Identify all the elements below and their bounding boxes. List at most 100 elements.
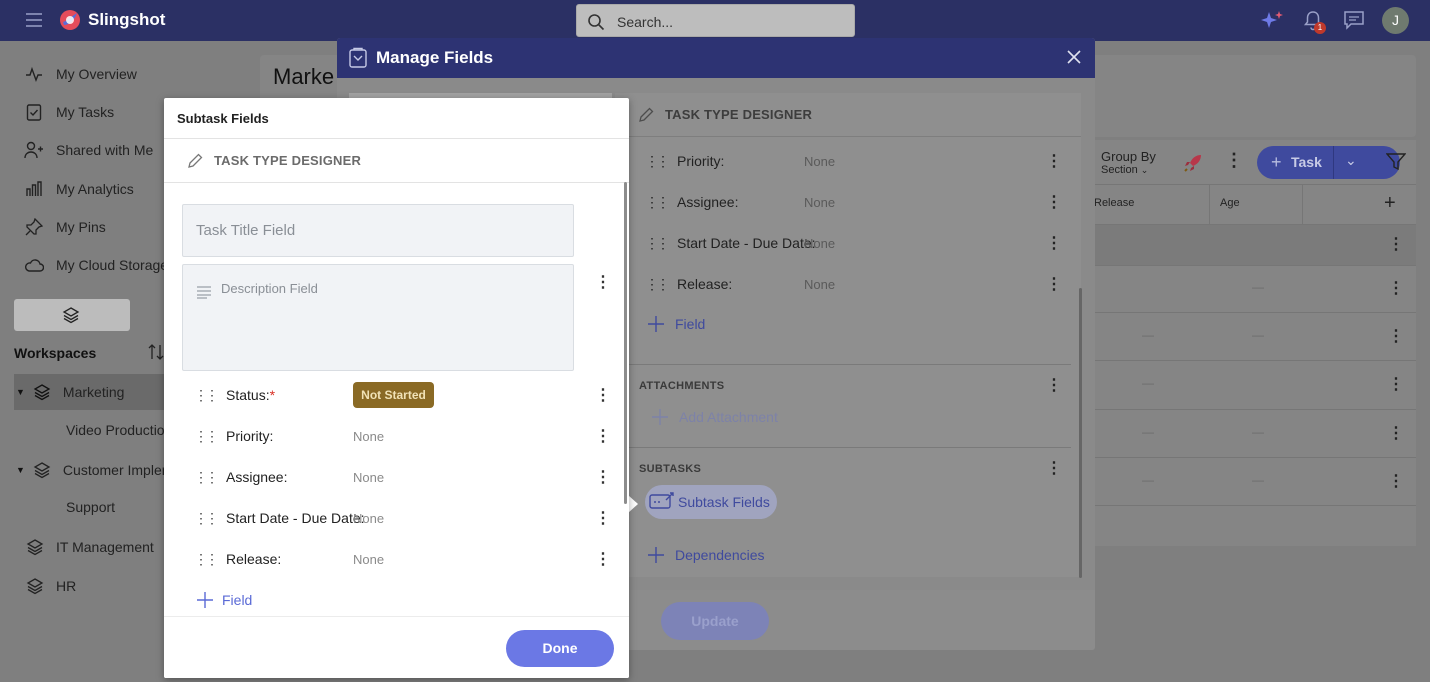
- field-label: Assignee:: [226, 469, 288, 485]
- description-placeholder: Description Field: [221, 281, 318, 296]
- row-more-icon[interactable]: ⋮: [1388, 234, 1404, 254]
- workspace-label: Marketing: [62, 384, 125, 400]
- drag-handle-icon[interactable]: ⋮⋮: [645, 194, 670, 211]
- subtask-fields-button[interactable]: Subtask Fields: [645, 485, 777, 519]
- column-divider: [1209, 184, 1210, 224]
- field-label: Start Date - Due Date:: [226, 510, 365, 526]
- empty-value-dash: —: [1252, 425, 1264, 439]
- field-more-icon[interactable]: ⋮: [595, 426, 611, 446]
- field-row-assignee[interactable]: ⋮⋮ Assignee:: [194, 466, 287, 488]
- subtasks-more-icon[interactable]: ⋮: [1046, 458, 1062, 478]
- field-row-start-due-date[interactable]: ⋮⋮ Start Date - Due Date:: [194, 507, 365, 529]
- row-divider: [1088, 360, 1416, 361]
- field-row-status[interactable]: ⋮⋮ Status:*: [194, 384, 275, 406]
- sidebar-item-my-cloud-storage[interactable]: My Cloud Storage: [24, 253, 168, 277]
- row-more-icon[interactable]: ⋮: [1388, 278, 1404, 298]
- field-more-icon[interactable]: ⋮: [1046, 274, 1062, 294]
- column-divider: [1302, 184, 1303, 224]
- workspace-item-support[interactable]: Support: [66, 495, 115, 519]
- field-row-priority[interactable]: ⋮⋮ Priority:: [645, 151, 724, 171]
- update-button[interactable]: Update: [661, 602, 769, 640]
- subtask-fields-icon: [649, 491, 675, 511]
- field-more-icon[interactable]: ⋮: [595, 385, 611, 405]
- group-by-label[interactable]: Group By: [1101, 149, 1156, 164]
- workspace-view-toggle[interactable]: [14, 299, 130, 331]
- drag-handle-icon[interactable]: ⋮⋮: [194, 551, 219, 568]
- plus-icon: [196, 591, 214, 609]
- sidebar-item-my-overview[interactable]: My Overview: [24, 62, 137, 86]
- field-more-icon[interactable]: ⋮: [595, 549, 611, 569]
- sparkle-ai-icon[interactable]: [1259, 9, 1285, 33]
- drag-handle-icon[interactable]: ⋮⋮: [194, 510, 219, 527]
- task-title-placeholder: Task Title Field: [196, 222, 296, 239]
- task-title-field[interactable]: Task Title Field: [182, 204, 574, 257]
- add-field-button[interactable]: Field: [196, 591, 252, 609]
- column-header-age[interactable]: Age: [1220, 197, 1240, 209]
- workspace-item-video-production[interactable]: Video Production: [66, 418, 172, 442]
- description-more-icon[interactable]: ⋮: [595, 272, 611, 292]
- search-box[interactable]: Search...: [576, 4, 855, 37]
- row-more-icon[interactable]: ⋮: [1388, 471, 1404, 491]
- add-column-icon[interactable]: +: [1384, 192, 1396, 215]
- plus-icon: [651, 408, 669, 426]
- hamburger-menu-icon[interactable]: [24, 11, 44, 29]
- add-field-button[interactable]: Field: [647, 315, 705, 333]
- field-more-icon[interactable]: ⋮: [595, 508, 611, 528]
- search-input[interactable]: Search...: [617, 14, 673, 30]
- row-more-icon[interactable]: ⋮: [1388, 423, 1404, 443]
- sidebar-item-my-analytics[interactable]: My Analytics: [24, 177, 134, 201]
- row-more-icon[interactable]: ⋮: [1388, 374, 1404, 394]
- shared-user-icon: [24, 140, 44, 160]
- add-task-button[interactable]: + Task ⌄: [1257, 146, 1400, 179]
- field-more-icon[interactable]: ⋮: [1046, 192, 1062, 212]
- dialog-header: Manage Fields: [337, 38, 1095, 78]
- drag-handle-icon[interactable]: ⋮⋮: [194, 428, 219, 445]
- field-row-start-due-date[interactable]: ⋮⋮ Start Date - Due Date:: [645, 233, 816, 253]
- drag-handle-icon[interactable]: ⋮⋮: [194, 387, 219, 404]
- sidebar-item-my-tasks[interactable]: My Tasks: [24, 100, 114, 124]
- field-label: Priority:: [226, 428, 274, 444]
- scrollbar[interactable]: [624, 182, 627, 504]
- sort-icon[interactable]: [146, 342, 166, 362]
- layers-icon: [26, 577, 44, 595]
- avatar[interactable]: J: [1382, 7, 1409, 34]
- field-row-assignee[interactable]: ⋮⋮ Assignee:: [645, 192, 738, 212]
- description-field[interactable]: Description Field: [182, 264, 574, 371]
- workspace-item-customer-implementation[interactable]: ▼ Customer Impleme: [16, 458, 181, 482]
- row-more-icon[interactable]: ⋮: [1388, 326, 1404, 346]
- sidebar-item-shared-with-me[interactable]: Shared with Me: [24, 138, 153, 162]
- empty-value-dash: —: [1142, 473, 1154, 487]
- dependencies-button[interactable]: Dependencies: [647, 546, 765, 564]
- close-icon[interactable]: [1066, 49, 1082, 65]
- sidebar-item-my-pins[interactable]: My Pins: [24, 215, 106, 239]
- add-attachment-button[interactable]: Add Attachment: [651, 408, 778, 426]
- drag-handle-icon[interactable]: ⋮⋮: [194, 469, 219, 486]
- filter-icon[interactable]: [1386, 153, 1406, 171]
- field-more-icon[interactable]: ⋮: [595, 467, 611, 487]
- scrollbar[interactable]: [1079, 288, 1082, 578]
- layers-icon: [26, 538, 44, 556]
- chat-icon[interactable]: [1343, 9, 1365, 31]
- field-more-icon[interactable]: ⋮: [1046, 151, 1062, 171]
- drag-handle-icon[interactable]: ⋮⋮: [645, 276, 670, 293]
- more-options-icon[interactable]: ⋮: [1225, 150, 1243, 171]
- group-by-value[interactable]: Section ⌄: [1101, 164, 1148, 176]
- column-header-release[interactable]: Release: [1094, 197, 1134, 209]
- done-button[interactable]: Done: [506, 630, 614, 667]
- field-row-release[interactable]: ⋮⋮ Release:: [194, 548, 281, 570]
- drag-handle-icon[interactable]: ⋮⋮: [645, 153, 670, 170]
- rocket-icon[interactable]: [1182, 152, 1204, 174]
- status-badge[interactable]: Not Started: [353, 382, 434, 408]
- workspace-item-marketing[interactable]: ▼ Marketing: [16, 380, 124, 404]
- field-value: None: [353, 511, 385, 526]
- workspace-item-it-management[interactable]: IT Management: [26, 535, 154, 559]
- page-title: Marke: [273, 64, 335, 89]
- field-row-release[interactable]: ⋮⋮ Release:: [645, 274, 732, 294]
- designer-header: TASK TYPE DESIGNER: [615, 93, 1081, 137]
- attachments-more-icon[interactable]: ⋮: [1046, 375, 1062, 395]
- field-more-icon[interactable]: ⋮: [1046, 233, 1062, 253]
- drag-handle-icon[interactable]: ⋮⋮: [645, 235, 670, 252]
- workspace-item-hr[interactable]: HR: [26, 574, 76, 598]
- field-row-priority[interactable]: ⋮⋮ Priority:: [194, 425, 273, 447]
- chevron-down-icon[interactable]: ⌄: [1345, 152, 1357, 169]
